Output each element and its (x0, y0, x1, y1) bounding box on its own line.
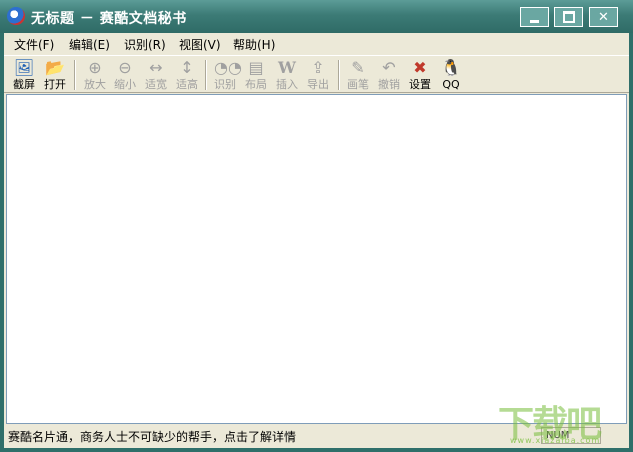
folder-open-icon: 📂 (45, 58, 65, 77)
layout-icon: ▤ (248, 58, 264, 77)
fit-height-icon: ↕ (180, 58, 194, 77)
app-window: 无标题 － 赛酷文档秘书 ✕ 文件(F) 编辑(E) 识别(R) 视图(V) 帮… (0, 0, 633, 452)
window-title: 无标题 － 赛酷文档秘书 (31, 11, 187, 27)
export-icon: ⇪ (311, 58, 325, 77)
screenshot-icon: 🖼 (13, 58, 35, 77)
zoom-in-icon: ⊕ (88, 58, 102, 77)
fit-width-button[interactable]: ↔ 适宽 (141, 58, 171, 92)
maximize-icon (562, 11, 575, 23)
settings-tools-icon: ✖ (413, 58, 427, 77)
status-message-link[interactable]: 赛酷名片通，商务人士不可缺少的帮手，点击了解详情 (8, 428, 296, 445)
zoom-out-icon: ⊖ (118, 58, 132, 77)
client-area: 文件(F) 编辑(E) 识别(R) 视图(V) 帮助(H) 🖼 截屏 📂 打开 … (4, 33, 629, 448)
fit-width-icon: ↔ (149, 58, 163, 77)
menu-bar: 文件(F) 编辑(E) 识别(R) 视图(V) 帮助(H) (4, 33, 629, 54)
qq-penguin-icon: 🐧 (441, 58, 461, 77)
pen-button[interactable]: ✎ 画笔 (343, 58, 373, 92)
screenshot-button[interactable]: 🖼 截屏 (9, 58, 39, 92)
menu-view[interactable]: 视图(V) (179, 36, 221, 53)
watermark-url: www.xiazaiba.com (510, 436, 601, 445)
toolbar: 🖼 截屏 📂 打开 ⊕ 放大 ⊖ 缩小 ↔ 适宽 ↕ 适高 ◔◔ 识别 ▤ 布局… (4, 55, 629, 93)
insert-word-icon: W (278, 58, 296, 77)
insert-button[interactable]: W 插入 (272, 58, 302, 92)
layout-button[interactable]: ▤ 布局 (241, 58, 271, 92)
menu-recognize[interactable]: 识别(R) (124, 36, 166, 53)
document-canvas[interactable] (6, 94, 627, 424)
title-bar[interactable]: 无标题 － 赛酷文档秘书 ✕ (0, 0, 633, 33)
close-button[interactable]: ✕ (589, 7, 618, 27)
menu-file[interactable]: 文件(F) (14, 36, 54, 53)
open-label: 打开 (44, 78, 66, 91)
qq-label: QQ (442, 78, 460, 91)
app-logo-icon[interactable] (7, 7, 25, 25)
open-button[interactable]: 📂 打开 (40, 58, 70, 92)
close-icon: ✕ (598, 9, 609, 25)
fit-height-label: 适高 (176, 78, 198, 91)
maximize-button[interactable] (554, 7, 583, 27)
fit-height-button[interactable]: ↕ 适高 (172, 58, 202, 92)
zoom-out-button[interactable]: ⊖ 缩小 (110, 58, 140, 92)
undo-icon: ↶ (382, 58, 396, 77)
menu-edit[interactable]: 编辑(E) (69, 36, 110, 53)
recognize-button[interactable]: ◔◔ 识别 (210, 58, 242, 92)
recognize-icon: ◔◔ (214, 58, 242, 77)
undo-button[interactable]: ↶ 撤销 (374, 58, 404, 92)
menu-help[interactable]: 帮助(H) (233, 36, 275, 53)
settings-button[interactable]: ✖ 设置 (405, 58, 435, 92)
export-button[interactable]: ⇪ 导出 (303, 58, 333, 92)
minimize-button[interactable] (520, 7, 549, 27)
pen-icon: ✎ (351, 58, 365, 77)
qq-button[interactable]: 🐧 QQ (436, 58, 466, 92)
export-label: 导出 (307, 78, 329, 91)
minimize-icon (530, 19, 539, 23)
